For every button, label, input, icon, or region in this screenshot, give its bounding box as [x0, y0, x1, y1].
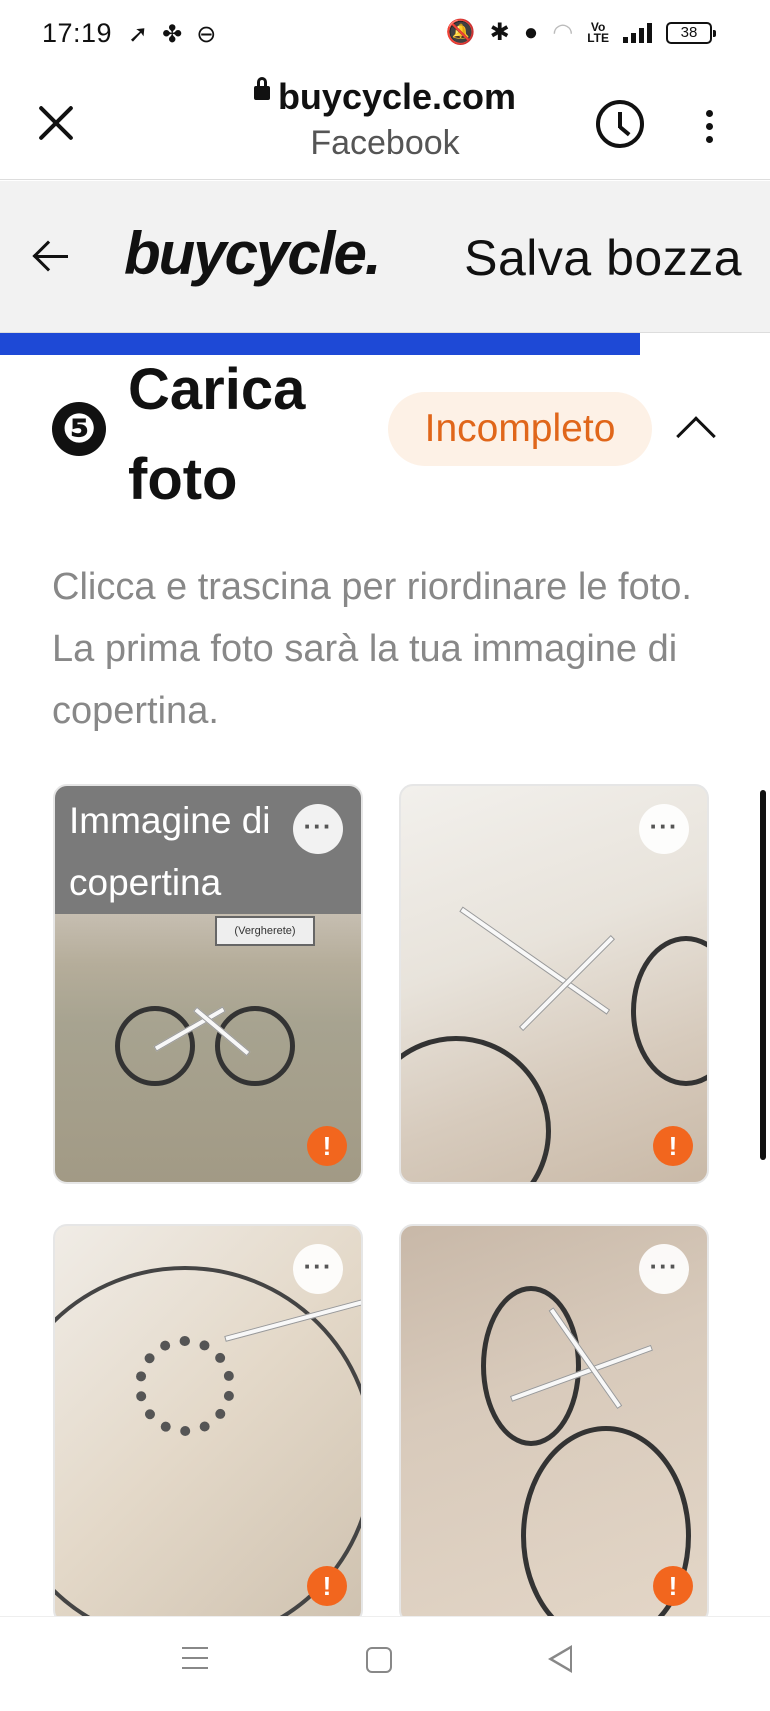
warning-icon[interactable]: !: [307, 1566, 347, 1606]
signal-icon: [623, 22, 652, 43]
step-number-badge: ❺: [52, 402, 106, 456]
more-options-button[interactable]: ···: [639, 1244, 689, 1294]
volte-icon: Vo LTE: [587, 19, 609, 45]
location-icon: ●: [523, 18, 539, 46]
photo-image: [115, 966, 315, 1086]
status-time: 17:19: [42, 18, 113, 48]
photo-tile-3[interactable]: ··· !: [53, 1224, 363, 1624]
status-badge: Incompleto: [388, 392, 652, 466]
wifi-icon: ◠: [552, 19, 574, 46]
chevron-up-icon[interactable]: [676, 416, 716, 456]
link-icon: ⊖: [196, 21, 217, 48]
more-vert-icon[interactable]: [706, 110, 714, 149]
history-icon[interactable]: [596, 100, 644, 148]
logo: buycycle.: [124, 220, 381, 287]
home-icon[interactable]: [366, 1647, 392, 1673]
lock-icon: [253, 77, 270, 100]
navigation-icon: ➚: [128, 21, 149, 48]
step-title: Carica foto: [128, 357, 306, 512]
save-draft-button[interactable]: Salva bozza: [464, 229, 742, 287]
back-arrow-icon[interactable]: [32, 240, 72, 273]
warning-icon[interactable]: !: [653, 1126, 693, 1166]
warning-icon[interactable]: !: [307, 1126, 347, 1166]
photo-tile-4[interactable]: ··· !: [399, 1224, 709, 1624]
system-nav-bar: [0, 1616, 770, 1711]
menu-icon[interactable]: [182, 1647, 208, 1677]
more-options-button[interactable]: ···: [293, 1244, 343, 1294]
back-icon[interactable]: [548, 1645, 572, 1673]
close-icon[interactable]: [34, 100, 78, 144]
help-text: Clicca e trascina per riordinare le foto…: [52, 566, 692, 732]
url-bar[interactable]: buycycle.com Facebook: [200, 76, 570, 163]
warning-icon[interactable]: !: [653, 1566, 693, 1606]
mute-icon: 🔕: [445, 19, 476, 46]
more-options-button[interactable]: ···: [293, 804, 343, 854]
scrollbar[interactable]: [760, 790, 766, 1160]
more-options-button[interactable]: ···: [639, 804, 689, 854]
bluetooth-icon: ✱: [489, 19, 510, 46]
url-text: buycycle.com: [277, 76, 517, 117]
browser-toolbar: buycycle.com Facebook: [0, 70, 770, 180]
status-bar: 17:19 ➚ ✤ ⊖ 🔕 ✱ ● ◠ Vo LTE 38: [0, 0, 770, 70]
photo-tile-1[interactable]: (Vergherete) Immagine di copertina ··· !: [53, 784, 363, 1184]
fan-icon: ✤: [162, 21, 183, 48]
road-sign: (Vergherete): [215, 916, 315, 946]
battery-icon: 38: [666, 21, 716, 44]
url-subtitle: Facebook: [310, 124, 460, 162]
photo-tile-2[interactable]: ··· !: [399, 784, 709, 1184]
app-header: buycycle. Salva bozza: [0, 181, 770, 333]
